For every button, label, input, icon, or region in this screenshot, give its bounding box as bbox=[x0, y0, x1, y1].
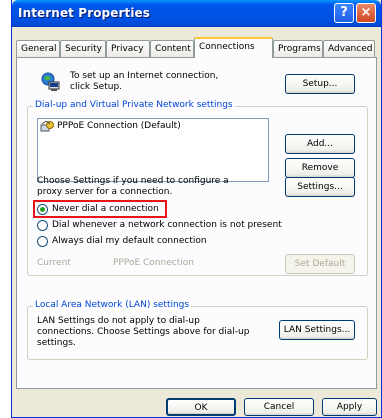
highlight-box bbox=[33, 200, 167, 218]
tab-privacy[interactable]: Privacy bbox=[106, 40, 150, 57]
current-value: PPPoE Connection bbox=[113, 258, 194, 268]
close-button[interactable]: × bbox=[356, 3, 376, 23]
ok-button[interactable]: OK bbox=[166, 398, 236, 416]
add-button[interactable]: Add... bbox=[285, 134, 355, 154]
setup-button[interactable]: Setup... bbox=[285, 74, 355, 94]
set-default-button[interactable]: Set Default bbox=[285, 254, 355, 274]
tab-connections[interactable]: Connections bbox=[194, 37, 273, 58]
remove-button[interactable]: Remove bbox=[285, 158, 355, 178]
lan-legend: Local Area Network (LAN) settings bbox=[33, 300, 192, 311]
radio-dial-whenever[interactable] bbox=[37, 220, 48, 231]
proxy-settings-text: Choose Settings if you need to configure… bbox=[37, 176, 229, 197]
help-button[interactable]: ? bbox=[334, 3, 354, 23]
radio-always-dial-label[interactable]: Always dial my default connection bbox=[52, 236, 207, 247]
connection-wizard-icon bbox=[41, 72, 61, 95]
radio-dial-whenever-label[interactable]: Dial whenever a network connection is no… bbox=[52, 220, 282, 231]
lan-settings-button[interactable]: LAN Settings... bbox=[279, 320, 355, 340]
window-title: Internet Properties bbox=[18, 6, 151, 20]
tab-security[interactable]: Security bbox=[60, 40, 106, 57]
settings-button[interactable]: Settings... bbox=[285, 177, 355, 197]
tab-content[interactable]: Content bbox=[150, 40, 194, 57]
current-label: Current bbox=[37, 258, 71, 268]
apply-button[interactable]: Apply bbox=[322, 398, 377, 416]
cancel-button[interactable]: Cancel bbox=[244, 398, 314, 416]
radio-always-dial[interactable] bbox=[37, 236, 48, 247]
connection-list[interactable]: PPPoE Connection (Default) bbox=[37, 118, 269, 182]
tab-programs[interactable]: Programs bbox=[273, 40, 323, 57]
title-bar[interactable]: Internet Properties ? × bbox=[12, 0, 381, 27]
tab-general[interactable]: General bbox=[16, 40, 60, 57]
dialup-legend: Dial-up and Virtual Private Network sett… bbox=[33, 100, 235, 111]
internet-properties-window: Internet Properties ? × General Security… bbox=[11, 0, 382, 418]
lan-text: LAN Settings do not apply to dial-up con… bbox=[37, 316, 250, 348]
connection-name: PPPoE Connection (Default) bbox=[57, 121, 181, 131]
setup-text: To set up an Internet connection, click … bbox=[70, 71, 219, 92]
tab-advanced[interactable]: Advanced bbox=[323, 40, 375, 57]
dialup-connection-icon bbox=[40, 120, 54, 136]
connections-panel: To set up an Internet connection, click … bbox=[16, 57, 377, 389]
